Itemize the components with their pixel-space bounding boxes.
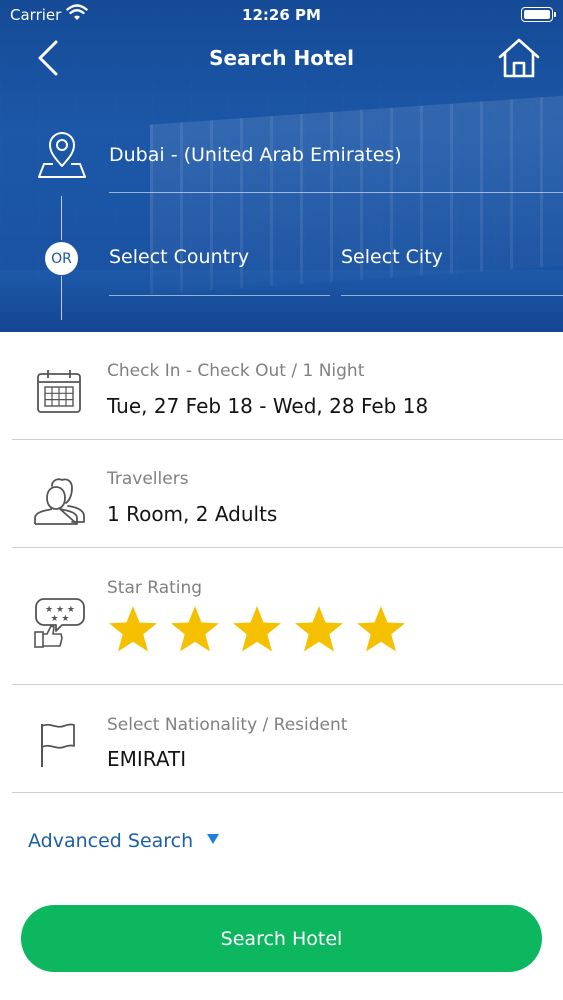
destination-field[interactable]: Dubai - (United Arab Emirates) bbox=[109, 144, 402, 166]
search-hotel-button[interactable]: Search Hotel bbox=[21, 905, 542, 972]
home-icon[interactable] bbox=[497, 36, 541, 80]
dates-row[interactable]: Check In - Check Out / 1 Night Tue, 27 F… bbox=[0, 332, 563, 440]
dates-label: Check In - Check Out / 1 Night bbox=[107, 361, 365, 381]
destination-underline bbox=[109, 192, 563, 193]
travellers-row[interactable]: Travellers 1 Room, 2 Adults bbox=[0, 440, 563, 548]
flag-icon bbox=[41, 723, 75, 767]
city-underline bbox=[341, 295, 563, 296]
connector-line bbox=[61, 276, 62, 320]
city-select[interactable]: Select City bbox=[341, 246, 443, 268]
caret-down-icon[interactable] bbox=[207, 834, 219, 844]
map-pin-icon bbox=[38, 132, 86, 178]
star-icon[interactable] bbox=[231, 604, 283, 654]
star-icon[interactable] bbox=[355, 604, 407, 654]
users-icon bbox=[34, 478, 85, 525]
travellers-value: 1 Room, 2 Adults bbox=[107, 502, 278, 526]
or-badge: OR bbox=[45, 242, 78, 275]
country-select[interactable]: Select Country bbox=[109, 246, 249, 268]
country-underline bbox=[109, 295, 330, 296]
rating-review-icon: ★ ★ ★ ★ ★ bbox=[34, 598, 85, 648]
svg-text:★ ★: ★ ★ bbox=[51, 614, 70, 624]
nationality-label: Select Nationality / Resident bbox=[107, 715, 348, 735]
travellers-label: Travellers bbox=[107, 469, 189, 489]
hero-background-water bbox=[0, 270, 563, 332]
connector-line bbox=[61, 196, 62, 240]
calendar-icon bbox=[37, 370, 81, 413]
star-rating-control[interactable] bbox=[107, 604, 407, 654]
search-hotel-button-label: Search Hotel bbox=[220, 927, 343, 950]
clock: 12:26 PM bbox=[242, 6, 321, 24]
nationality-value: EMIRATI bbox=[107, 747, 187, 771]
star-icon[interactable] bbox=[107, 604, 159, 654]
nationality-row[interactable]: Select Nationality / Resident EMIRATI bbox=[0, 685, 563, 793]
page-title: Search Hotel bbox=[209, 46, 354, 70]
battery-icon bbox=[521, 7, 556, 22]
divider bbox=[12, 792, 563, 793]
advanced-search-link[interactable]: Advanced Search bbox=[28, 830, 193, 852]
star-rating-label: Star Rating bbox=[107, 578, 203, 598]
star-icon[interactable] bbox=[169, 604, 221, 654]
dates-value: Tue, 27 Feb 18 - Wed, 28 Feb 18 bbox=[107, 394, 429, 418]
star-icon[interactable] bbox=[293, 604, 345, 654]
status-bar: Carrier 12:26 PM bbox=[0, 0, 563, 30]
